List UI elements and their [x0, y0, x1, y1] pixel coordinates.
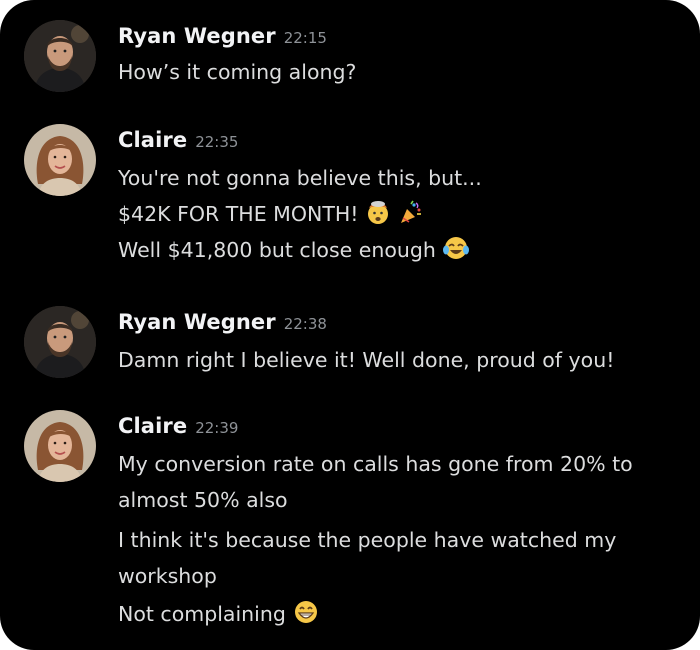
- message-text: Damn right I believe it! Well done, prou…: [118, 348, 615, 372]
- party-popper-emoji: [398, 199, 424, 225]
- message-text: You're not gonna believe this, but...: [118, 166, 482, 190]
- ryan-avatar[interactable]: [24, 306, 96, 378]
- author-name[interactable]: Claire: [118, 128, 187, 152]
- timestamp: 22:15: [283, 29, 327, 47]
- message-text-row: Well $41,800 but close enough: [118, 236, 470, 264]
- message-text: almost 50% also: [118, 488, 288, 512]
- message-text-row: Not complaining: [118, 600, 320, 628]
- message-text: I think it's because the people have wat…: [118, 528, 617, 552]
- message-text: workshop: [118, 564, 217, 588]
- message-text: My conversion rate on calls has gone fro…: [118, 452, 633, 476]
- message-header: Ryan Wegner 22:38: [118, 310, 327, 340]
- timestamp: 22:38: [283, 315, 327, 333]
- chat-window: Ryan Wegner 22:15 How’s it coming along? …: [0, 0, 700, 650]
- message-text: Not complaining: [118, 602, 286, 626]
- grinning-face-emoji: [292, 598, 320, 626]
- message-text: $42K FOR THE MONTH!: [118, 202, 359, 226]
- message-text-row: $42K FOR THE MONTH!: [118, 200, 424, 228]
- claire-avatar[interactable]: [24, 124, 96, 196]
- timestamp: 22:35: [195, 133, 239, 151]
- ryan-avatar[interactable]: [24, 20, 96, 92]
- message-header: Claire 22:35: [118, 128, 238, 158]
- exploding-head-emoji: [365, 199, 391, 225]
- author-name[interactable]: Claire: [118, 414, 187, 438]
- author-name[interactable]: Ryan Wegner: [118, 24, 276, 48]
- message-header: Ryan Wegner 22:15: [118, 24, 327, 54]
- claire-avatar[interactable]: [24, 410, 96, 482]
- author-name[interactable]: Ryan Wegner: [118, 310, 276, 334]
- tears-of-joy-emoji: [442, 234, 470, 262]
- message-text: How’s it coming along?: [118, 60, 357, 84]
- message-text: Well $41,800 but close enough: [118, 238, 436, 262]
- message-header: Claire 22:39: [118, 414, 238, 444]
- timestamp: 22:39: [195, 419, 239, 437]
